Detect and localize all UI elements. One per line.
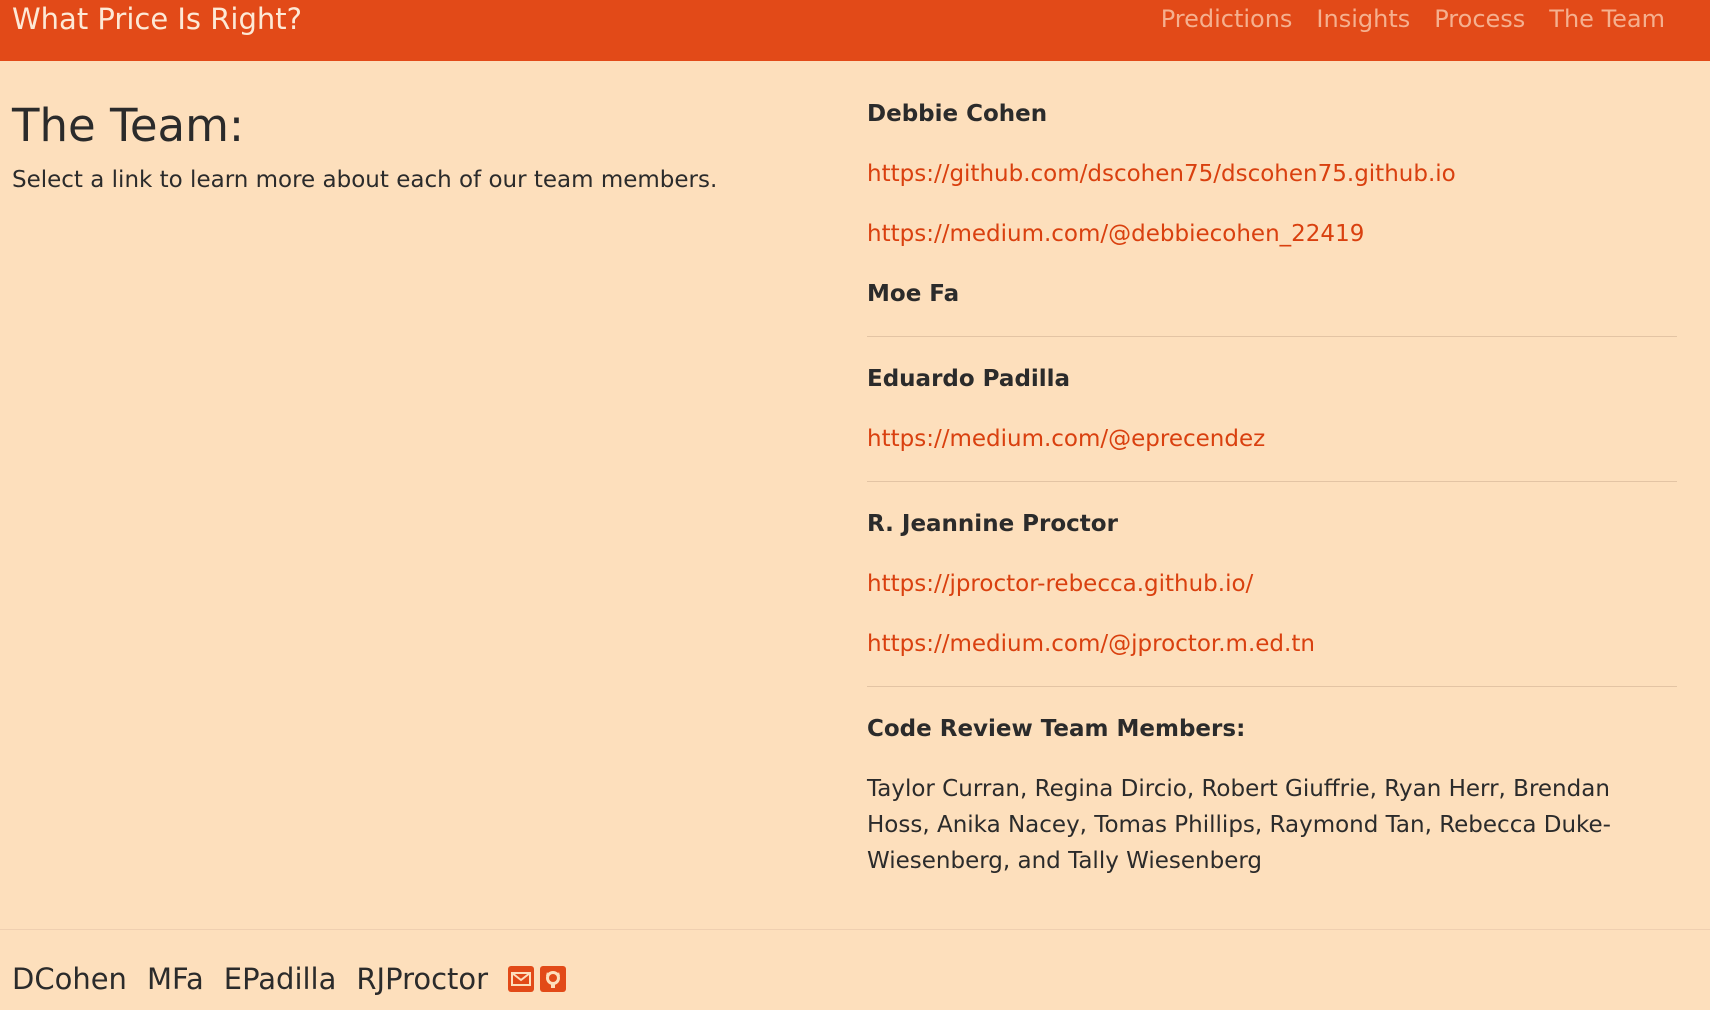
member-link-github[interactable]: https://jproctor-rebecca.github.io/ <box>867 566 1677 602</box>
member-link-github[interactable]: https://github.com/dscohen75/dscohen75.g… <box>867 156 1677 192</box>
code-review-names: Taylor Curran, Regina Dircio, Robert Giu… <box>867 776 1611 874</box>
member-name: Eduardo Padilla <box>867 366 1071 392</box>
member-name: Debbie Cohen <box>867 101 1048 127</box>
footer-link-mfa[interactable]: MFa <box>147 960 204 998</box>
nav-process[interactable]: Process <box>1434 0 1525 38</box>
member-debbie-cohen: Debbie Cohen https://github.com/dscohen7… <box>867 96 1677 252</box>
nav-insights[interactable]: Insights <box>1316 0 1410 38</box>
github-icon[interactable] <box>540 966 567 992</box>
member-name: R. Jeannine Proctor <box>867 511 1118 537</box>
divider <box>867 686 1677 687</box>
envelope-icon[interactable] <box>508 966 535 992</box>
footer-link-rjproctor[interactable]: RJProctor <box>356 960 488 998</box>
intro-section: The Team: Select a link to learn more ab… <box>12 96 792 196</box>
code-review-section: Code Review Team Members: Taylor Curran,… <box>867 711 1677 879</box>
member-moe-fa: Moe Fa <box>867 276 1677 312</box>
footer-link-epadilla[interactable]: EPadilla <box>224 960 337 998</box>
intro-text: Select a link to learn more about each o… <box>12 167 718 193</box>
footer: DCohen MFa EPadilla RJProctor <box>0 929 1710 1010</box>
nav-links: Predictions Insights Process The Team <box>1137 0 1665 38</box>
footer-links: DCohen MFa EPadilla RJProctor <box>12 960 572 998</box>
navbar: What Price Is Right? Predictions Insight… <box>0 0 1710 61</box>
brand-link[interactable]: What Price Is Right? <box>12 0 302 38</box>
member-jeannine-proctor: R. Jeannine Proctor https://jproctor-reb… <box>867 506 1677 662</box>
member-eduardo-padilla: Eduardo Padilla https://medium.com/@epre… <box>867 361 1677 457</box>
member-link-medium[interactable]: https://medium.com/@eprecendez <box>867 421 1677 457</box>
member-name: Moe Fa <box>867 281 960 307</box>
member-link-medium[interactable]: https://medium.com/@debbiecohen_22419 <box>867 216 1677 252</box>
footer-link-dcohen[interactable]: DCohen <box>12 960 127 998</box>
code-review-heading: Code Review Team Members: <box>867 716 1246 742</box>
page-title: The Team: <box>12 99 245 152</box>
team-list: Debbie Cohen https://github.com/dscohen7… <box>867 96 1677 879</box>
nav-the-team[interactable]: The Team <box>1549 0 1665 38</box>
divider <box>867 336 1677 337</box>
divider <box>867 481 1677 482</box>
nav-predictions[interactable]: Predictions <box>1161 0 1293 38</box>
member-link-medium[interactable]: https://medium.com/@jproctor.m.ed.tn <box>867 626 1677 662</box>
